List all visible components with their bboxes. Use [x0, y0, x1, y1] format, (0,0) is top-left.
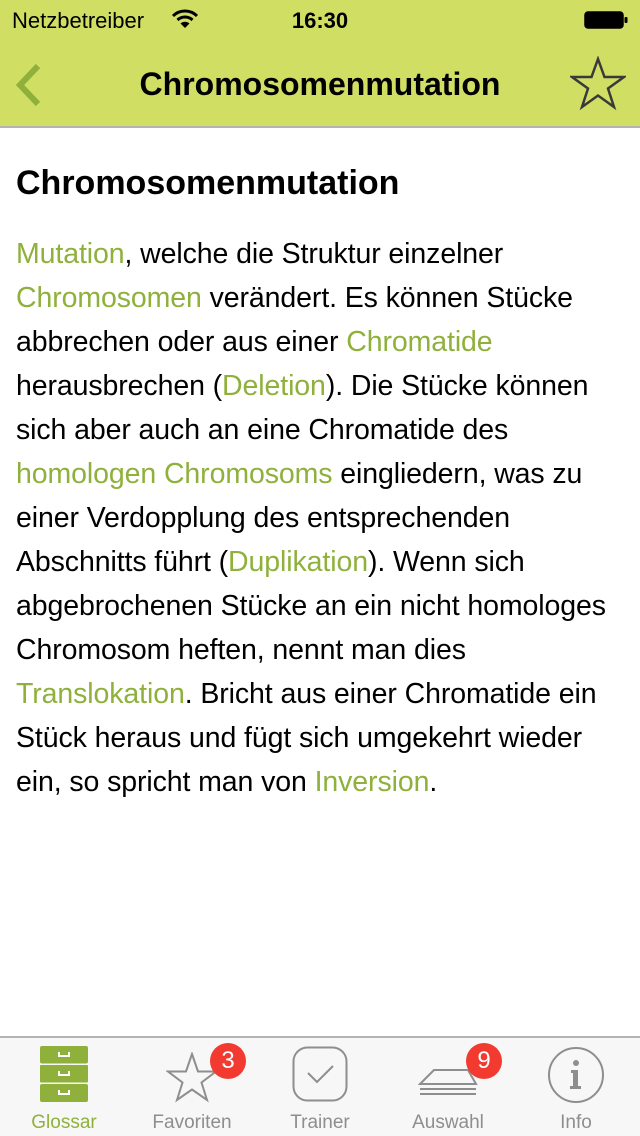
- glossary-link[interactable]: Chromosomen: [16, 282, 202, 314]
- glossary-link[interactable]: Mutation: [16, 238, 125, 270]
- navigation-bar: Chromosomenmutation: [0, 40, 640, 128]
- header: Netzbetreiber 16:30 Chromosomenmutation: [0, 0, 640, 128]
- glossary-link[interactable]: homologen Chromosoms: [16, 458, 333, 490]
- glossary-link[interactable]: Chromatide: [346, 326, 492, 358]
- tab-auswahl[interactable]: 9 Auswahl: [384, 1038, 512, 1136]
- info-icon: [548, 1047, 604, 1103]
- nav-title: Chromosomenmutation: [139, 66, 501, 102]
- article-body: Mutation, welche die Struktur einzelner …: [16, 232, 628, 804]
- tab-bar: Glossar 3 Favoriten Trainer 9 Auswahl In…: [0, 1036, 640, 1136]
- checkbox-icon: [292, 1046, 348, 1102]
- glossary-link[interactable]: Inversion: [315, 766, 430, 798]
- clock: 16:30: [291, 8, 349, 33]
- selection-badge: 9: [466, 1043, 502, 1079]
- file-cabinet-icon: [40, 1046, 88, 1102]
- tab-glossar[interactable]: Glossar: [0, 1038, 128, 1136]
- glossary-link[interactable]: Translokation: [16, 678, 185, 710]
- tab-info[interactable]: Info: [512, 1038, 640, 1136]
- tab-label: Glossar: [31, 1112, 97, 1133]
- glossary-link[interactable]: Deletion: [222, 370, 326, 402]
- favorite-star-button[interactable]: [570, 56, 626, 112]
- glossary-link[interactable]: Duplikation: [228, 546, 368, 578]
- article: Chromosomenmutation Mutation, welche die…: [16, 160, 628, 804]
- tab-label: Trainer: [290, 1112, 350, 1133]
- tab-label: Info: [560, 1112, 592, 1133]
- status-bar: Netzbetreiber 16:30: [0, 0, 640, 40]
- body-text-segment: herausbrechen (: [16, 370, 223, 402]
- battery-icon: [584, 11, 628, 29]
- body-text-segment: , welche die Struktur einzelner: [124, 238, 504, 270]
- body-text-segment: .: [429, 766, 438, 798]
- tab-label: Auswahl: [412, 1112, 484, 1133]
- favorites-badge: 3: [210, 1043, 246, 1079]
- tab-favoriten[interactable]: 3 Favoriten: [128, 1038, 256, 1136]
- tab-trainer[interactable]: Trainer: [256, 1038, 384, 1136]
- tab-label: Favoriten: [152, 1112, 232, 1133]
- article-title: Chromosomenmutation: [16, 164, 400, 202]
